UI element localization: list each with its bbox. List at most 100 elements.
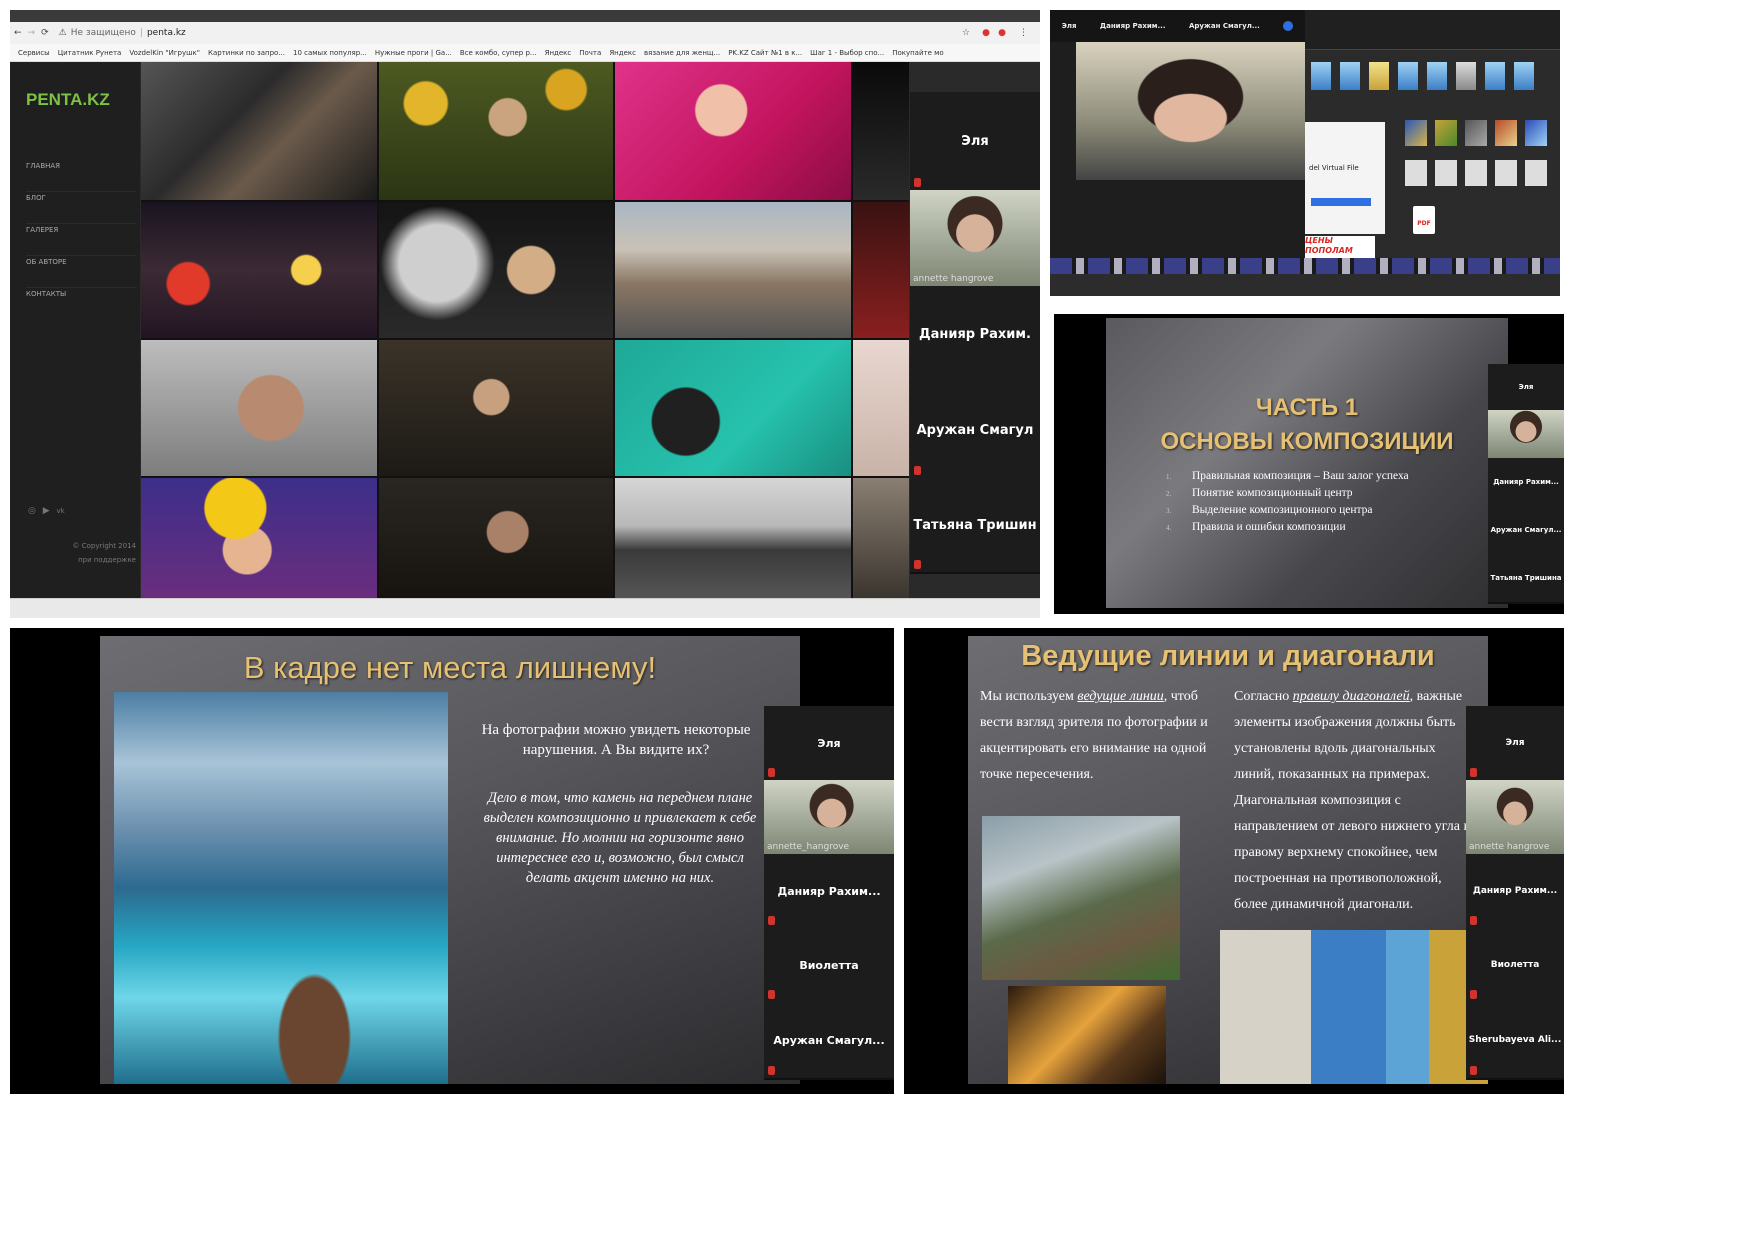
forward-icon[interactable]: → — [28, 28, 36, 38]
gallery-photo[interactable] — [853, 202, 909, 338]
panel-video-explorer: Эля Данияр Рахим... Аружан Смагул... del… — [1050, 10, 1560, 296]
file-thumbnail[interactable] — [1525, 160, 1547, 186]
folder-icon[interactable] — [1456, 62, 1476, 90]
participant-tile[interactable]: Данияр Рахим. — [910, 286, 1040, 384]
file-thumbnail[interactable] — [1405, 120, 1427, 146]
dialog-button[interactable] — [1311, 198, 1371, 206]
participant-tile[interactable]: Эля — [1488, 364, 1564, 412]
instagram-icon[interactable]: ◎ — [28, 506, 36, 516]
info-icon[interactable] — [1283, 21, 1294, 31]
participant-name[interactable]: Эля — [1062, 22, 1077, 30]
list-item: 3. Выделение композиционного центра — [1166, 504, 1373, 516]
file-thumbnail[interactable] — [1465, 120, 1487, 146]
gallery-photo[interactable] — [615, 62, 851, 200]
vk-icon[interactable]: vk — [57, 507, 65, 515]
gallery-photo[interactable] — [379, 340, 613, 476]
participant-tile[interactable]: Эля — [1466, 706, 1564, 782]
gallery-photo[interactable] — [379, 62, 613, 200]
participant-name: Данияр Рахим... — [1493, 478, 1559, 486]
youtube-icon[interactable]: ▶ — [43, 506, 50, 516]
address-input[interactable]: penta.kz — [147, 28, 186, 38]
slide-title-line2: ОСНОВЫ КОМПОЗИЦИИ — [1160, 428, 1454, 455]
gallery-photo[interactable] — [853, 478, 909, 598]
folder-icon[interactable] — [1398, 62, 1418, 90]
participant-tile[interactable]: Татьяна Тришин — [910, 478, 1040, 574]
gallery-photo[interactable] — [615, 202, 851, 338]
file-thumbnail[interactable] — [1435, 160, 1457, 186]
file-thumbnail[interactable] — [1525, 120, 1547, 146]
site-logo[interactable]: PENTA.KZ — [26, 90, 110, 110]
participant-tile[interactable]: Виолетта — [764, 928, 894, 1004]
gallery-photo[interactable] — [853, 340, 909, 476]
bookmark-item[interactable]: Нужные проги | Ga... — [375, 49, 452, 57]
participant-tile[interactable]: Аружан Смагул... — [764, 1002, 894, 1080]
bookmark-item[interactable]: Яндекс — [545, 49, 572, 57]
file-thumbnail[interactable] — [1405, 160, 1427, 186]
gallery-photo[interactable] — [615, 340, 851, 476]
extension-icon-2[interactable]: ● — [998, 28, 1006, 38]
pdf-icon[interactable]: PDF — [1413, 206, 1435, 234]
folder-icon[interactable] — [1369, 62, 1389, 90]
bookmark-item[interactable]: Покупайте мо — [892, 49, 944, 57]
file-thumbnail[interactable] — [1495, 120, 1517, 146]
bookmark-item[interactable]: Сервисы — [18, 49, 50, 57]
participant-video[interactable]: annette hangrove — [910, 190, 1040, 288]
gallery-photo[interactable] — [141, 62, 377, 200]
bookmark-item[interactable]: вязание для женщ... — [644, 49, 720, 57]
back-icon[interactable]: ← — [14, 28, 22, 38]
reload-icon[interactable]: ⟳ — [41, 28, 49, 38]
folder-icon[interactable] — [1427, 62, 1447, 90]
file-thumbnail[interactable] — [1465, 160, 1487, 186]
bookmark-item[interactable]: Все комбо, супер р... — [460, 49, 537, 57]
participant-tile[interactable]: Sherubayeva Ali... — [1466, 1002, 1564, 1080]
bookmark-item[interactable]: Картинки по запро... — [208, 49, 285, 57]
ad-banner[interactable]: ЦЕНЫ ПОПОЛАМ — [1305, 236, 1375, 258]
bookmark-item[interactable]: Почта — [579, 49, 601, 57]
bookmark-item[interactable]: Шаг 1 - Выбор спо... — [810, 49, 884, 57]
bookmark-item[interactable]: Яндекс — [609, 49, 636, 57]
panel-slide-part1: ЧАСТЬ 1 ОСНОВЫ КОМПОЗИЦИИ 1. Правильная к… — [1054, 314, 1564, 614]
menu-icon[interactable]: ⋮ — [1019, 28, 1028, 38]
participant-name: Эля — [817, 736, 841, 750]
folder-icon[interactable] — [1485, 62, 1505, 90]
nav-item-contacts[interactable]: КОНТАКТЫ — [26, 288, 136, 319]
gallery-photo[interactable] — [379, 202, 613, 338]
bookmark-item[interactable]: VozdelKin "Игрушк" — [129, 49, 200, 57]
file-thumbnail[interactable] — [1435, 120, 1457, 146]
participant-tile[interactable]: Эля — [910, 92, 1040, 192]
nav-item-blog[interactable]: БЛОГ — [26, 192, 136, 224]
participant-name[interactable]: Данияр Рахим... — [1100, 22, 1166, 30]
participant-tile[interactable]: Данияр Рахим... — [1488, 458, 1564, 508]
gallery-photo[interactable] — [615, 478, 851, 598]
star-icon[interactable]: ☆ — [962, 28, 970, 38]
slide-list: 1. Правильная композиция – Ваш залог успе… — [1166, 468, 1506, 536]
gallery-photo[interactable] — [141, 478, 377, 598]
participant-tile[interactable]: Виолетта — [1466, 928, 1564, 1004]
folder-icon[interactable] — [1514, 62, 1534, 90]
extension-icon[interactable]: ● — [982, 28, 990, 38]
gallery-photo[interactable] — [141, 202, 377, 338]
participant-tile[interactable]: Эля — [764, 706, 894, 782]
bookmark-item[interactable]: 10 самых популяр... — [293, 49, 367, 57]
participant-tile[interactable]: Аружан Смагул... — [1488, 506, 1564, 556]
folder-icon[interactable] — [1311, 62, 1331, 90]
participant-video[interactable]: annette_hangrove — [764, 780, 894, 856]
participant-tile[interactable]: Данияр Рахим... — [764, 854, 894, 930]
participant-tile[interactable]: Татьяна Тришина — [1488, 554, 1564, 604]
speaker-video[interactable] — [1076, 42, 1305, 180]
file-thumbnail[interactable] — [1495, 160, 1517, 186]
gallery-photo[interactable] — [141, 340, 377, 476]
nav-item-home[interactable]: ГЛАВНАЯ — [26, 162, 136, 192]
nav-item-about[interactable]: ОБ АВТОРЕ — [26, 256, 136, 288]
participant-name[interactable]: Аружан Смагул... — [1189, 22, 1260, 30]
participant-video[interactable] — [1488, 410, 1564, 460]
bookmark-item[interactable]: Цитатник Рунета — [58, 49, 122, 57]
participant-video[interactable]: annette hangrove — [1466, 780, 1564, 856]
bookmark-item[interactable]: PK.KZ Сайт №1 в к... — [728, 49, 802, 57]
participant-tile[interactable]: Аружан Смагул — [910, 382, 1040, 480]
folder-icon[interactable] — [1340, 62, 1360, 90]
gallery-photo[interactable] — [379, 478, 613, 598]
nav-item-gallery[interactable]: ГАЛЕРЕЯ — [26, 224, 136, 256]
gallery-photo[interactable] — [853, 62, 909, 200]
participant-tile[interactable]: Данияр Рахим... — [1466, 854, 1564, 930]
